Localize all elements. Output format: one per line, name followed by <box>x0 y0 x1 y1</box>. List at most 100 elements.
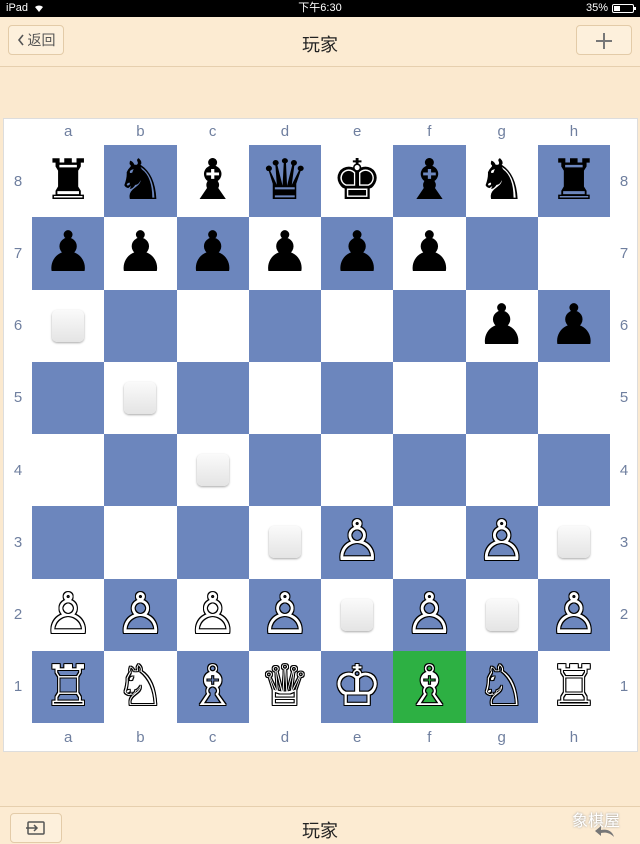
square-d8[interactable]: ♛ <box>248 145 321 218</box>
square-h6[interactable]: ♟ <box>537 289 610 362</box>
black-rook-icon[interactable]: ♜ <box>43 153 93 209</box>
black-pawn-icon[interactable]: ♟ <box>404 225 454 281</box>
square-a1[interactable]: ♖ <box>32 650 105 723</box>
white-pawn-icon[interactable]: ♙ <box>332 514 382 570</box>
square-g8[interactable]: ♞ <box>465 145 538 218</box>
white-pawn-icon[interactable]: ♙ <box>260 586 310 643</box>
black-pawn-icon[interactable]: ♟ <box>332 225 382 281</box>
square-g5[interactable] <box>465 361 538 434</box>
square-c7[interactable]: ♟ <box>176 217 249 290</box>
square-d4[interactable] <box>248 434 321 507</box>
square-b5[interactable] <box>104 361 177 434</box>
square-b2[interactable]: ♙ <box>104 578 177 651</box>
square-h8[interactable]: ♜ <box>537 145 610 218</box>
move-marker[interactable] <box>52 309 85 342</box>
square-f8[interactable]: ♝ <box>393 145 466 218</box>
square-d2[interactable]: ♙ <box>248 578 321 651</box>
square-a6[interactable] <box>32 289 105 362</box>
square-g2[interactable] <box>465 578 538 651</box>
black-bishop-icon[interactable]: ♝ <box>188 153 238 209</box>
square-c1[interactable]: ♗ <box>176 650 249 723</box>
square-a7[interactable]: ♟ <box>32 217 105 290</box>
white-knight-icon[interactable]: ♘ <box>477 658 527 715</box>
square-g7[interactable] <box>465 217 538 290</box>
white-pawn-icon[interactable]: ♙ <box>477 514 527 570</box>
square-h7[interactable] <box>537 217 610 290</box>
square-d1[interactable]: ♕ <box>248 650 321 723</box>
square-h4[interactable] <box>537 434 610 507</box>
white-bishop-icon[interactable]: ♗ <box>188 658 238 715</box>
white-queen-icon[interactable]: ♕ <box>260 658 310 715</box>
white-pawn-icon[interactable]: ♙ <box>404 586 454 643</box>
square-c6[interactable] <box>176 289 249 362</box>
white-pawn-icon[interactable]: ♙ <box>115 586 165 643</box>
square-a8[interactable]: ♜ <box>32 145 105 218</box>
square-d5[interactable] <box>248 361 321 434</box>
square-c4[interactable] <box>176 434 249 507</box>
black-pawn-icon[interactable]: ♟ <box>260 225 310 281</box>
square-e5[interactable] <box>321 361 394 434</box>
add-button[interactable] <box>576 25 632 55</box>
square-e1[interactable]: ♔ <box>321 650 394 723</box>
square-e7[interactable]: ♟ <box>321 217 394 290</box>
move-marker[interactable] <box>196 454 229 487</box>
square-h3[interactable] <box>537 506 610 579</box>
square-b1[interactable]: ♘ <box>104 650 177 723</box>
square-f4[interactable] <box>393 434 466 507</box>
square-b8[interactable]: ♞ <box>104 145 177 218</box>
black-pawn-icon[interactable]: ♟ <box>549 297 599 354</box>
square-e4[interactable] <box>321 434 394 507</box>
white-bishop-icon[interactable]: ♗ <box>404 658 454 715</box>
black-pawn-icon[interactable]: ♟ <box>188 225 238 281</box>
square-h5[interactable] <box>537 361 610 434</box>
square-b7[interactable]: ♟ <box>104 217 177 290</box>
black-pawn-icon[interactable]: ♟ <box>477 297 527 354</box>
white-king-icon[interactable]: ♔ <box>332 658 382 715</box>
square-a3[interactable] <box>32 506 105 579</box>
square-b3[interactable] <box>104 506 177 579</box>
square-f5[interactable] <box>393 361 466 434</box>
chess-board[interactable]: ♜ ♞ ♝ ♛ ♚ ♝ ♞ ♜ ♟ ♟ ♟ ♟ ♟ ♟ ♟ ♟ ♙ ♙ ♙ ♙ ♙ ♙ ♙ ♙ ♖ ♘ ♗ ♕ ♔ ♗ ♘ ♖ <box>32 145 610 723</box>
square-b4[interactable] <box>104 434 177 507</box>
square-g3[interactable]: ♙ <box>465 506 538 579</box>
square-d7[interactable]: ♟ <box>248 217 321 290</box>
move-marker[interactable] <box>485 598 518 631</box>
square-e2[interactable] <box>321 578 394 651</box>
square-f3[interactable] <box>393 506 466 579</box>
square-c5[interactable] <box>176 361 249 434</box>
white-rook-icon[interactable]: ♖ <box>43 658 93 715</box>
square-g4[interactable] <box>465 434 538 507</box>
square-e8[interactable]: ♚ <box>321 145 394 218</box>
move-marker[interactable] <box>268 526 301 559</box>
square-a5[interactable] <box>32 361 105 434</box>
white-knight-icon[interactable]: ♘ <box>115 658 165 715</box>
black-pawn-icon[interactable]: ♟ <box>115 225 165 281</box>
square-a4[interactable] <box>32 434 105 507</box>
square-c2[interactable]: ♙ <box>176 578 249 651</box>
square-c8[interactable]: ♝ <box>176 145 249 218</box>
square-e3[interactable]: ♙ <box>321 506 394 579</box>
move-marker[interactable] <box>124 381 157 414</box>
square-f6[interactable] <box>393 289 466 362</box>
square-a2[interactable]: ♙ <box>32 578 105 651</box>
black-queen-icon[interactable]: ♛ <box>260 153 310 209</box>
square-f7[interactable]: ♟ <box>393 217 466 290</box>
white-pawn-icon[interactable]: ♙ <box>549 586 599 643</box>
black-king-icon[interactable]: ♚ <box>332 153 382 209</box>
black-pawn-icon[interactable]: ♟ <box>43 225 93 281</box>
white-pawn-icon[interactable]: ♙ <box>188 586 238 643</box>
square-h2[interactable]: ♙ <box>537 578 610 651</box>
undo-icon[interactable] <box>594 824 616 838</box>
black-bishop-icon[interactable]: ♝ <box>404 153 454 209</box>
black-knight-icon[interactable]: ♞ <box>115 153 165 209</box>
square-d6[interactable] <box>248 289 321 362</box>
square-g6[interactable]: ♟ <box>465 289 538 362</box>
square-f2[interactable]: ♙ <box>393 578 466 651</box>
black-knight-icon[interactable]: ♞ <box>477 153 527 209</box>
move-marker[interactable] <box>341 598 374 631</box>
white-pawn-icon[interactable]: ♙ <box>43 586 93 643</box>
move-marker[interactable] <box>557 526 590 559</box>
white-rook-icon[interactable]: ♖ <box>549 658 599 715</box>
square-f1[interactable]: ♗ <box>393 650 466 723</box>
square-g1[interactable]: ♘ <box>465 650 538 723</box>
